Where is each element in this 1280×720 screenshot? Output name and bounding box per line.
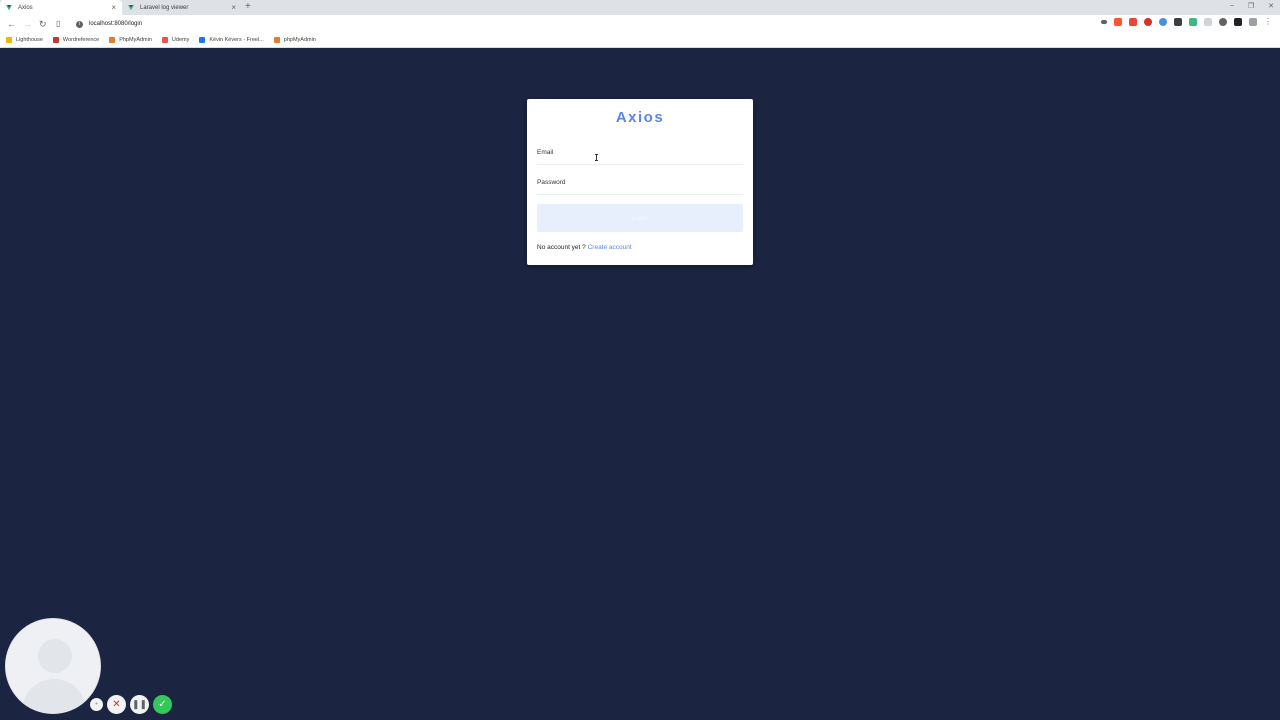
bookmark-phpmyadmin[interactable]: PhpMyAdmin bbox=[109, 37, 152, 43]
extensions-bar: ⋮ bbox=[1101, 18, 1272, 26]
bookmark-phpmyadmin-2[interactable]: phpMyAdmin bbox=[273, 37, 316, 43]
forward-arrow-icon[interactable]: → bbox=[23, 18, 32, 30]
bookmark-icon[interactable]: ▯ bbox=[56, 18, 60, 30]
tab-axios[interactable]: Axios × bbox=[0, 0, 122, 15]
login-card: Axios Email Password Login No account ye… bbox=[527, 99, 753, 265]
tab-title: Axios bbox=[18, 4, 33, 11]
browser-toolbar: ← → ↻ ▯ i localhost:8080/login ⋮ bbox=[0, 15, 1280, 33]
bookmark-lighthouse[interactable]: Lighthouse bbox=[6, 37, 43, 43]
wc-icon[interactable] bbox=[1249, 18, 1257, 26]
key-icon[interactable] bbox=[1101, 20, 1107, 24]
webcam-preview[interactable] bbox=[5, 618, 101, 714]
recorder-controls: • ✕ ❚❚ ✓ bbox=[90, 695, 172, 714]
bookmark-label: Lighthouse bbox=[16, 37, 43, 43]
password-input[interactable] bbox=[537, 179, 743, 194]
close-icon[interactable]: × bbox=[231, 3, 236, 12]
address-bar[interactable]: i localhost:8080/login bbox=[72, 17, 1072, 31]
bookmark-label: Kévin Kévers - Freel... bbox=[209, 37, 264, 43]
bookmark-label: Udemy bbox=[171, 37, 190, 43]
create-account-link[interactable]: Create account bbox=[588, 244, 632, 251]
pause-icon[interactable]: ❚❚ bbox=[130, 695, 149, 714]
wordreference-icon bbox=[52, 37, 59, 43]
restore-icon[interactable]: ❐ bbox=[1248, 2, 1254, 10]
lighthouse-icon bbox=[6, 37, 12, 43]
gear-icon[interactable] bbox=[1219, 18, 1227, 26]
tab-title: Laravel log viewer bbox=[140, 4, 189, 11]
login-button[interactable]: Login bbox=[537, 204, 743, 232]
phpmyadmin-icon bbox=[109, 37, 116, 43]
phpmyadmin-icon bbox=[273, 37, 280, 43]
alert-icon[interactable] bbox=[1129, 18, 1137, 26]
udemy-icon bbox=[161, 37, 168, 43]
avatar-head bbox=[38, 639, 72, 673]
close-icon[interactable]: × bbox=[111, 3, 116, 12]
close-window-icon[interactable]: ✕ bbox=[1268, 2, 1274, 10]
email-field[interactable]: Email bbox=[537, 149, 743, 165]
vue-devtools-icon[interactable] bbox=[1189, 18, 1197, 26]
bookmark-label: phpMyAdmin bbox=[283, 37, 316, 43]
menu-icon[interactable]: ⋮ bbox=[1264, 18, 1272, 26]
puzzle-icon[interactable] bbox=[1204, 18, 1212, 26]
minimize-icon[interactable]: – bbox=[1230, 2, 1234, 10]
bookmark-facebook[interactable]: Kévin Kévers - Freel... bbox=[199, 37, 264, 43]
dark-icon[interactable] bbox=[1234, 18, 1242, 26]
vue-icon bbox=[6, 4, 12, 11]
cancel-recording-icon[interactable]: ✕ bbox=[107, 695, 126, 714]
password-field[interactable]: Password bbox=[537, 179, 743, 195]
bookmark-label: PhpMyAdmin bbox=[119, 37, 152, 43]
info-icon[interactable]: i bbox=[76, 20, 83, 28]
vue-icon bbox=[128, 4, 134, 11]
bookmark-wordreference[interactable]: Wordreference bbox=[52, 37, 100, 43]
no-account-text: No account yet ? bbox=[537, 244, 586, 251]
back-arrow-icon[interactable]: ← bbox=[7, 18, 16, 30]
brave-icon[interactable] bbox=[1114, 18, 1122, 26]
finish-recording-icon[interactable]: ✓ bbox=[153, 695, 172, 714]
signup-prompt: No account yet ? Create account bbox=[537, 244, 632, 251]
bookmark-udemy[interactable]: Udemy bbox=[161, 37, 190, 43]
brand-title: Axios bbox=[615, 109, 665, 126]
text-cursor-icon bbox=[595, 154, 598, 161]
tab-strip: Axios × Laravel log viewer × + – ❐ ✕ bbox=[0, 0, 1280, 15]
window-controls: – ❐ ✕ bbox=[1230, 2, 1274, 10]
facebook-icon bbox=[199, 37, 206, 43]
bookmarks-bar: Lighthouse Wordreference PhpMyAdmin Udem… bbox=[0, 33, 1280, 48]
recorder-menu-icon[interactable]: • bbox=[90, 698, 103, 711]
avatar-body bbox=[22, 679, 86, 713]
grammarly-icon[interactable] bbox=[1159, 18, 1167, 26]
email-input[interactable] bbox=[537, 149, 743, 164]
url-text: localhost:8080/login bbox=[89, 21, 143, 27]
bookmark-label: Wordreference bbox=[62, 37, 100, 43]
reload-icon[interactable]: ↻ bbox=[39, 18, 47, 30]
ublock-icon[interactable] bbox=[1144, 18, 1152, 26]
new-tab-plus-icon[interactable]: + bbox=[245, 1, 251, 12]
facebook-icon[interactable] bbox=[1174, 18, 1182, 26]
tab-laravel-log-viewer[interactable]: Laravel log viewer × bbox=[122, 0, 242, 15]
